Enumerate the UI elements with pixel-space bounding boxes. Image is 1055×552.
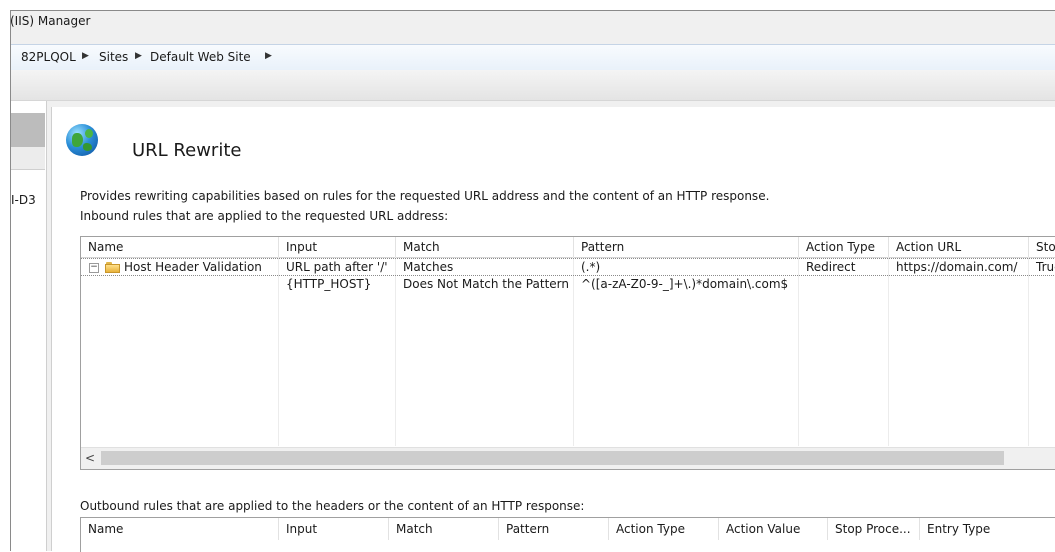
column-header-action-type[interactable]: Action Type	[799, 237, 889, 257]
column-header-pattern[interactable]: Pattern	[499, 518, 609, 540]
column-header-entry-type[interactable]: Entry Type	[920, 518, 1055, 540]
outbound-rules-table[interactable]: Name Input Match Pattern Action Type Act…	[80, 517, 1055, 552]
column-header-input[interactable]: Input	[279, 237, 396, 257]
address-bar: 82PLQOL ▶ Sites ▶ Default Web Site ▶	[11, 44, 1055, 71]
column-header-match[interactable]: Match	[389, 518, 499, 540]
connections-pane: I-D3	[11, 101, 47, 551]
rule-name: Host Header Validation	[124, 260, 262, 274]
condition-pattern: ^([a-zA-Z0-9-_]+\.)*domain\.com$	[581, 277, 789, 291]
chevron-right-icon[interactable]: ▶	[82, 51, 89, 61]
column-header-stop[interactable]: Stop	[1029, 237, 1055, 257]
column-header-name[interactable]: Name	[81, 518, 279, 540]
tree-node-server[interactable]: I-D3	[11, 193, 36, 207]
column-header-match[interactable]: Match	[396, 237, 574, 257]
table-row[interactable]: {HTTP_HOST} Does Not Match the Pattern ^…	[81, 276, 1055, 294]
collapse-icon[interactable]: −	[89, 263, 99, 273]
window-title: (IIS) Manager	[10, 14, 91, 28]
chevron-right-icon[interactable]: ▶	[265, 51, 272, 61]
page-title: URL Rewrite	[132, 140, 242, 161]
rule-action-type: Redirect	[806, 260, 856, 274]
scrollbar-thumb[interactable]	[101, 451, 1004, 465]
column-header-name[interactable]: Name	[81, 237, 279, 257]
scroll-left-arrow-icon[interactable]: <	[85, 451, 95, 465]
chevron-right-icon[interactable]: ▶	[135, 51, 142, 61]
horizontal-scrollbar[interactable]: <	[81, 447, 1055, 469]
breadcrumb-server[interactable]: 82PLQOL	[21, 50, 76, 64]
inbound-rules-table[interactable]: Name Input Match Pattern Action Type Act…	[80, 236, 1055, 470]
rule-action-url: https://domain.com/	[896, 260, 1018, 274]
column-header-action-value[interactable]: Action Value	[719, 518, 828, 540]
rule-input: URL path after '/'	[286, 260, 388, 274]
column-header-action-url[interactable]: Action URL	[889, 237, 1029, 257]
column-header-stop-processing[interactable]: Stop Proce...	[828, 518, 920, 540]
column-header-pattern[interactable]: Pattern	[574, 237, 799, 257]
connections-header	[11, 147, 45, 170]
condition-match: Does Not Match the Pattern	[403, 277, 569, 291]
outbound-rules-caption: Outbound rules that are applied to the h…	[80, 499, 585, 513]
toolbar	[11, 70, 1055, 101]
inbound-rules-caption: Inbound rules that are applied to the re…	[80, 209, 449, 223]
inbound-table-header: Name Input Match Pattern Action Type Act…	[81, 237, 1055, 258]
connections-toolbar	[11, 113, 45, 147]
rule-stop: True	[1036, 260, 1055, 274]
condition-input: {HTTP_HOST}	[286, 277, 372, 291]
table-row[interactable]: − Host Header Validation URL path after …	[81, 258, 1055, 276]
column-header-input[interactable]: Input	[279, 518, 389, 540]
feature-description: Provides rewriting capabilities based on…	[80, 189, 770, 203]
breadcrumb-default-web-site[interactable]: Default Web Site	[150, 50, 251, 64]
rule-pattern: (.*)	[581, 260, 601, 274]
globe-icon	[66, 124, 98, 156]
rule-match: Matches	[403, 260, 454, 274]
iis-manager-window: 82PLQOL ▶ Sites ▶ Default Web Site ▶ I-D…	[10, 10, 1055, 552]
breadcrumb-sites[interactable]: Sites	[99, 50, 128, 64]
url-rewrite-feature-page: URL Rewrite Provides rewriting capabilit…	[51, 107, 1055, 552]
column-header-action-type[interactable]: Action Type	[609, 518, 719, 540]
